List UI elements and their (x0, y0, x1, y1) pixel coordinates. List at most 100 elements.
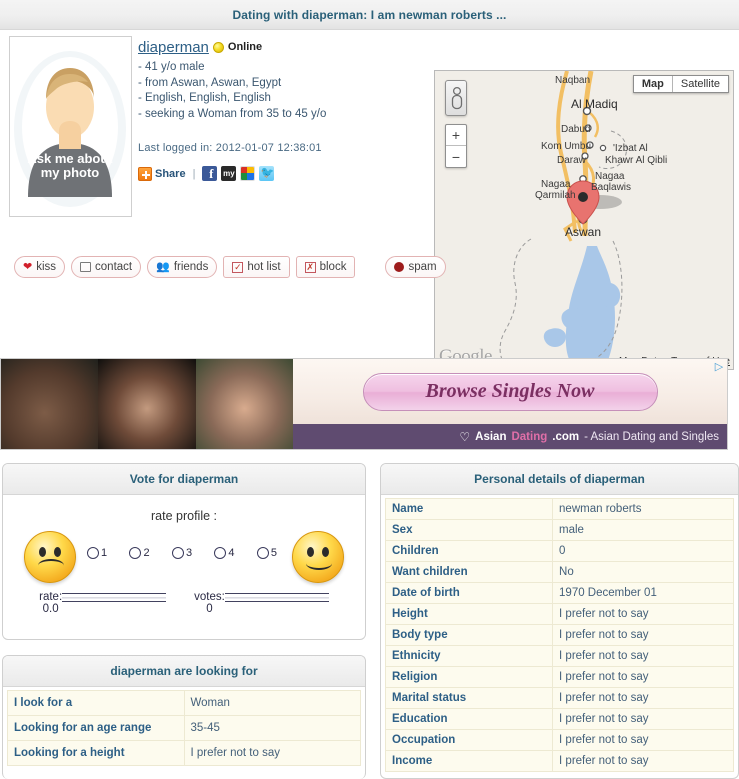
personal-details-table-wrap: Name newman roberts Sex male Children 0 … (381, 495, 738, 772)
profile-username-link[interactable]: diaperman (138, 39, 209, 56)
table-row: Height I prefer not to say (384, 603, 734, 625)
row-value: male (552, 519, 734, 541)
rating-option-3[interactable]: 3 (171, 547, 193, 559)
google-icon[interactable] (240, 166, 256, 181)
rating-option-2[interactable]: 2 (129, 547, 150, 559)
table-row: Want children No (384, 561, 734, 583)
row-value: I prefer not to say (552, 708, 734, 730)
table-row: Date of birth 1970 December 01 (384, 582, 734, 604)
svg-text:Al Madiq: Al Madiq (571, 97, 618, 111)
vote-panel-heading: Vote for diaperman (3, 464, 365, 495)
friends-button[interactable]: 👥 friends (147, 256, 218, 278)
rating-option-4-label: 4 (228, 547, 235, 559)
hot-list-button[interactable]: ✓ hot list (223, 256, 290, 278)
zoom-out-button[interactable]: − (446, 146, 466, 167)
block-button-label: block (319, 261, 347, 273)
heart-icon: ❤ (23, 260, 33, 273)
row-value: I prefer not to say (552, 666, 734, 688)
row-value: newman roberts (552, 498, 734, 520)
table-row: Income I prefer not to say (384, 750, 734, 772)
share-row: Share | my (138, 166, 418, 182)
friends-icon: 👥 (156, 260, 170, 273)
addthis-share-button[interactable]: Share (138, 166, 186, 181)
rating-option-2-label: 2 (143, 547, 150, 559)
profile-action-buttons: ❤ kiss contact 👥 friends ✓ hot list ✗ bl… (14, 256, 446, 278)
rating-option-3-label: 3 (185, 547, 193, 559)
votes-meter: votes: 0 (194, 591, 329, 615)
rating-option-5-label: 5 (270, 547, 277, 559)
svg-text:Naqban: Naqban (555, 75, 590, 86)
row-value: I prefer not to say (552, 729, 734, 751)
heart-outline-icon: ♡ (459, 429, 471, 444)
contact-button[interactable]: contact (71, 256, 142, 278)
rate-meter-label: rate: (39, 591, 63, 603)
looking-for-table: I look for a Woman Looking for an age ra… (7, 690, 361, 766)
radio-icon-5[interactable] (256, 547, 269, 559)
happy-eye-right (322, 547, 329, 557)
radio-icon-3[interactable] (171, 547, 184, 559)
row-key: Body type (384, 624, 554, 646)
vote-panel: Vote for diaperman rate profile : 1 2 3 … (2, 463, 366, 640)
sad-face-icon[interactable] (24, 531, 76, 583)
online-status-dot-icon (212, 41, 224, 53)
myspace-icon[interactable]: my (221, 166, 237, 181)
row-key: Looking for an age range (7, 715, 185, 741)
location-map[interactable]: Naqban Al Madiq Dabud Kom Umbu 'Izbat Al… (434, 70, 734, 370)
avatar[interactable]: Ask me about my photo (9, 36, 132, 217)
rating-radio-group[interactable]: 1 2 3 4 5 (87, 547, 277, 559)
row-value: I prefer not to say (552, 750, 734, 772)
twitter-icon[interactable] (259, 166, 275, 181)
hot-list-button-label: hot list (247, 261, 281, 273)
ad-footer: ♡ Asian Dating .com - Asian Dating and Sin… (293, 424, 727, 449)
row-key: Date of birth (384, 582, 554, 604)
rating-option-4[interactable]: 4 (214, 547, 235, 559)
personal-details-panel: Personal details of diaperman Name newma… (380, 463, 739, 779)
row-key: Sex (384, 519, 554, 541)
happy-mouth (306, 557, 332, 570)
map-type-map[interactable]: Map (634, 76, 673, 92)
x-box-icon: ✗ (304, 261, 316, 273)
svg-text:Nagaa: Nagaa (595, 171, 625, 182)
rating-option-1[interactable]: 1 (87, 547, 107, 559)
ad-banner[interactable]: Browse Singles Now ♡ Asian Dating .com - A… (0, 358, 728, 450)
radio-icon-2[interactable] (129, 547, 142, 559)
rating-option-5[interactable]: 5 (256, 547, 277, 559)
contact-button-label: contact (95, 261, 133, 273)
row-key: Education (384, 708, 554, 730)
table-row: Sex male (384, 519, 734, 541)
rate-meter-value: 0.0 (42, 603, 59, 615)
sad-mouth (38, 559, 64, 572)
street-view-pegman-icon[interactable] (445, 80, 467, 116)
block-button[interactable]: ✗ block (295, 256, 356, 278)
happy-face-icon[interactable] (292, 531, 344, 583)
map-type-switcher[interactable]: Map Satellite (632, 75, 729, 93)
page-root: Dating with diaperman: I am newman rober… (0, 0, 739, 779)
zoom-in-button[interactable]: + (446, 125, 466, 146)
table-row: Looking for a height I prefer not to say (7, 740, 361, 766)
row-key: Marital status (384, 687, 554, 709)
row-value: Woman (183, 690, 361, 716)
spam-button[interactable]: spam (385, 256, 446, 278)
facebook-icon[interactable] (202, 166, 218, 182)
svg-text:Aswan: Aswan (565, 225, 601, 239)
ad-brand-asian: Asian (475, 430, 507, 443)
map-canvas: Naqban Al Madiq Dabud Kom Umbu 'Izbat Al… (435, 71, 733, 369)
radio-icon-4[interactable] (214, 547, 227, 559)
row-key: Height (384, 603, 554, 625)
rate-meter: rate: 0.0 (39, 591, 167, 615)
radio-icon-1[interactable] (87, 547, 99, 559)
avatar-caption-line2: my photo (41, 165, 100, 180)
ad-cta-button[interactable]: Browse Singles Now (362, 372, 658, 411)
votes-meter-label: votes: (194, 591, 225, 603)
kiss-button[interactable]: ❤ kiss (14, 256, 66, 278)
table-row: Religion I prefer not to say (384, 666, 734, 688)
adchoices-icon[interactable]: ▷ (713, 361, 725, 373)
ad-brand-dating: Dating (511, 430, 548, 443)
map-type-satellite[interactable]: Satellite (673, 76, 728, 92)
map-zoom-controls[interactable]: + − (445, 124, 467, 168)
svg-text:Baqlawis: Baqlawis (591, 182, 631, 193)
rate-profile-label: rate profile : (150, 509, 217, 523)
avatar-placeholder-icon: Ask me about my photo (10, 37, 131, 216)
row-value: I prefer not to say (552, 645, 734, 667)
table-row: Marital status I prefer not to say (384, 687, 734, 709)
